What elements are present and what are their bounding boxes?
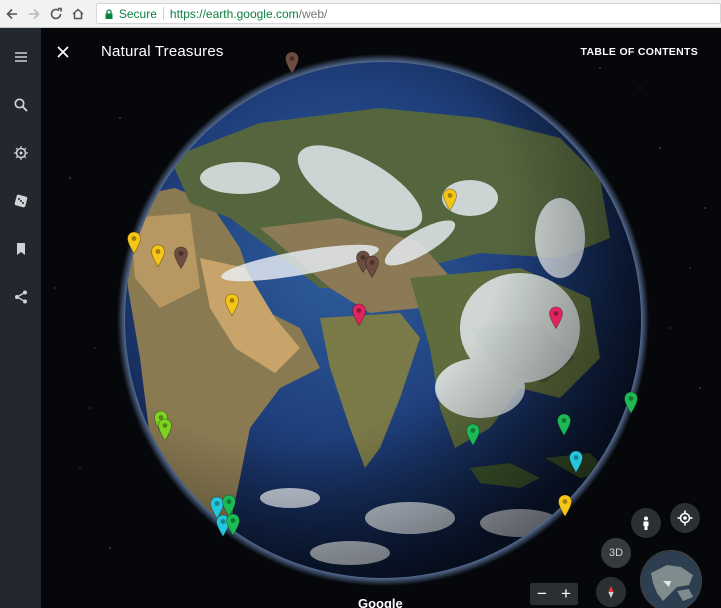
forward-button[interactable]	[24, 4, 44, 24]
share-icon	[14, 290, 27, 304]
zoom-in-button[interactable]: +	[554, 583, 578, 605]
arrow-right-icon	[28, 8, 40, 19]
minimap[interactable]	[640, 550, 702, 608]
placemark-pin[interactable]	[442, 188, 458, 212]
divider	[162, 7, 164, 20]
map-pin-icon	[285, 51, 299, 75]
zoom-controls: − +	[530, 583, 578, 605]
map-pin-icon	[466, 423, 480, 447]
placemark-pin[interactable]	[351, 303, 367, 327]
close-icon	[57, 46, 69, 58]
search-icon	[13, 98, 28, 112]
map-pin-icon	[569, 450, 583, 474]
toggle-3d-button[interactable]: 3D	[601, 538, 631, 568]
map-pin-icon	[225, 293, 239, 317]
projects-button[interactable]	[6, 234, 36, 264]
table-of-contents-link[interactable]: TABLE OF CONTENTS	[581, 46, 698, 58]
url-host: https://earth.google.com	[169, 6, 299, 21]
placemark-pin[interactable]	[126, 231, 142, 255]
reload-button[interactable]	[46, 4, 66, 24]
dice-icon	[14, 194, 27, 208]
secure-label: Secure	[118, 6, 157, 21]
map-pin-icon	[624, 391, 638, 415]
placemark-pin[interactable]	[623, 391, 639, 415]
minimap-globe-icon	[641, 551, 701, 608]
map-pin-icon	[226, 513, 240, 537]
pegman-icon	[643, 516, 649, 530]
placemark-pin[interactable]	[150, 244, 166, 268]
my-location-button[interactable]	[670, 503, 700, 533]
placemark-pin[interactable]	[556, 413, 572, 437]
map-pin-icon	[174, 246, 188, 270]
placemark-pin[interactable]	[568, 450, 584, 474]
map-pin-icon	[127, 231, 141, 255]
placemark-pin[interactable]	[284, 51, 300, 75]
placemark-pin[interactable]	[224, 293, 240, 317]
placemark-pin[interactable]	[364, 255, 380, 279]
compass-icon	[608, 585, 614, 599]
page: Secure https://earth.google.com/web/ Nat…	[0, 0, 721, 608]
feeling-lucky-button[interactable]	[6, 186, 36, 216]
map-pin-icon	[558, 494, 572, 518]
address-bar[interactable]: Secure https://earth.google.com/web/	[95, 3, 721, 24]
placemark-pin[interactable]	[225, 513, 241, 537]
compass-button[interactable]	[596, 577, 626, 607]
menu-icon	[14, 52, 27, 62]
panel-title: Natural Treasures	[101, 43, 224, 60]
arrow-left-icon	[6, 8, 17, 19]
placemark-pin[interactable]	[465, 423, 481, 447]
close-panel-button[interactable]	[54, 43, 72, 61]
map-pin-icon	[352, 303, 366, 327]
placemark-pin[interactable]	[173, 246, 189, 270]
browser-toolbar: Secure https://earth.google.com/web/	[0, 0, 721, 28]
home-button[interactable]	[68, 4, 88, 24]
bookmark-icon	[16, 243, 25, 255]
sidebar	[0, 28, 41, 608]
reload-icon	[50, 7, 62, 19]
map-pin-icon	[158, 418, 172, 442]
menu-button[interactable]	[6, 42, 36, 72]
map-pin-icon	[443, 188, 457, 212]
crosshair-icon	[677, 510, 693, 526]
map-pin-icon	[549, 306, 563, 330]
map-pin-icon	[151, 244, 165, 268]
zoom-out-button[interactable]: −	[530, 583, 554, 605]
placemark-pin[interactable]	[157, 418, 173, 442]
url-path: /web/	[298, 6, 328, 21]
street-view-button[interactable]	[631, 508, 661, 538]
voyager-button[interactable]	[6, 138, 36, 168]
search-button[interactable]	[6, 90, 36, 120]
voyager-icon	[13, 146, 28, 160]
placemark-pin[interactable]	[548, 306, 564, 330]
attribution: Google	[358, 596, 403, 608]
earth-viewport[interactable]: Natural Treasures TABLE OF CONTENTS 3D −…	[0, 28, 721, 608]
home-icon	[72, 7, 84, 19]
share-button[interactable]	[6, 282, 36, 312]
map-pin-icon	[365, 255, 379, 279]
map-pin-icon	[557, 413, 571, 437]
placemark-pin[interactable]	[557, 494, 573, 518]
back-button[interactable]	[2, 4, 22, 24]
lock-icon	[105, 8, 113, 19]
